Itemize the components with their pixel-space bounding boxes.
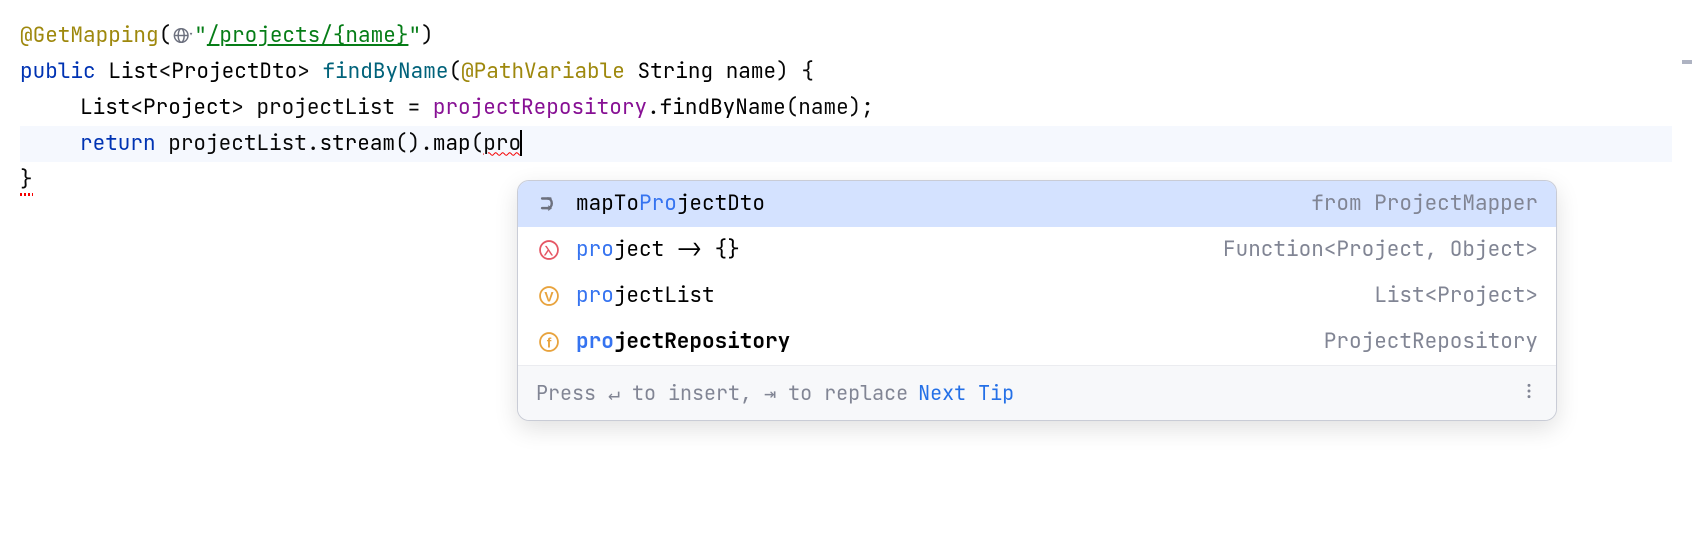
method-findbyname: findByName: [322, 58, 448, 85]
code-line-4[interactable]: return projectList.stream().map(pro: [20, 126, 1672, 162]
code-line-2[interactable]: public List<ProjectDto> findByName(@Path…: [20, 54, 1672, 90]
field-icon: f: [536, 329, 562, 355]
method-chain-icon: [536, 191, 562, 217]
annotation-getmapping: @GetMapping: [20, 22, 159, 49]
footer-hint: Press ↵ to insert, ⇥ to replace: [536, 376, 908, 410]
gutter: [1686, 0, 1692, 540]
typed-text: pro: [483, 130, 521, 157]
completion-popup: mapToProjectDto from ProjectMapper proje…: [517, 180, 1557, 421]
lambda-icon: [536, 237, 562, 263]
next-tip-link[interactable]: Next Tip: [918, 376, 1014, 410]
completion-item-lambda[interactable]: project -> {} Function<Project, Object>: [518, 227, 1556, 273]
completion-item-projectrepository[interactable]: f projectRepository ProjectRepository: [518, 319, 1556, 365]
completion-item-maptoprojectdto[interactable]: mapToProjectDto from ProjectMapper: [518, 181, 1556, 227]
close-brace: }: [20, 166, 33, 193]
svg-text:f: f: [547, 336, 552, 351]
caret: [520, 130, 522, 156]
code-line-1[interactable]: @GetMapping("/projects/{name}"): [20, 18, 1672, 54]
more-icon[interactable]: [1520, 376, 1538, 410]
completion-footer: Press ↵ to insert, ⇥ to replace Next Tip: [518, 365, 1556, 420]
url-path: /projects/{name}: [207, 22, 409, 49]
variable-icon: V: [536, 283, 562, 309]
code-line-3[interactable]: List<Project> projectList = projectRepos…: [20, 90, 1672, 126]
completion-item-projectlist[interactable]: V projectList List<Project>: [518, 273, 1556, 319]
globe-icon[interactable]: [172, 25, 193, 46]
svg-text:V: V: [544, 290, 554, 305]
